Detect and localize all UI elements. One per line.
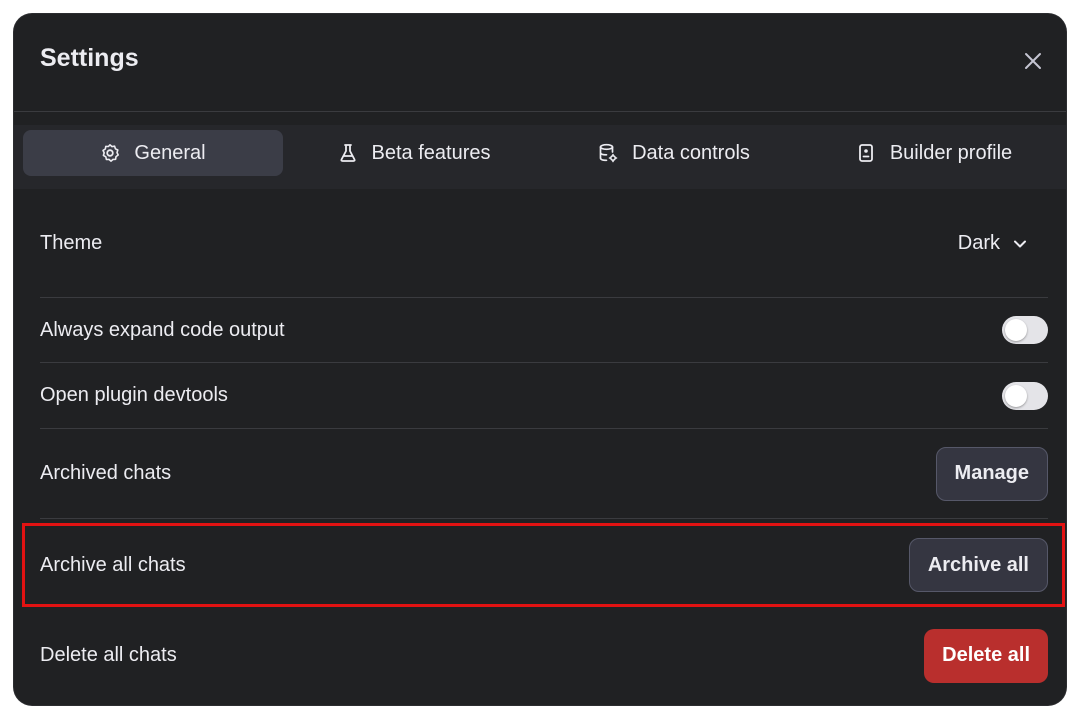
plugin-devtools-toggle[interactable]: [1002, 381, 1048, 410]
setting-row-archive-all: Archive all chats Archive all: [40, 519, 1048, 611]
chevron-down-icon: [1014, 240, 1026, 247]
flask-icon: [340, 144, 356, 162]
setting-row-archived-chats: Archived chats Manage: [40, 429, 1048, 519]
toggle-knob: [1005, 319, 1027, 341]
id-badge-icon: [858, 144, 873, 162]
tab-builder-profile-label: Builder profile: [889, 141, 1013, 164]
dialog-title: Settings: [40, 44, 139, 72]
plugin-devtools-label: Open plugin devtools: [40, 384, 228, 406]
setting-row-expand-code: Always expand code output: [40, 298, 1048, 363]
toggle-knob: [1005, 384, 1027, 407]
tab-data-controls[interactable]: Data controls: [544, 130, 804, 176]
archive-all-label: Archive all chats: [40, 553, 186, 576]
setting-row-theme: Theme Dark: [40, 190, 1048, 298]
settings-dialog: Settings General Beta features Data cont…: [14, 14, 1066, 705]
setting-row-plugin-devtools: Open plugin devtools: [40, 363, 1048, 429]
tab-beta-features[interactable]: Beta features: [284, 130, 544, 176]
archived-chats-label: Archived chats: [40, 462, 172, 484]
expand-code-toggle[interactable]: [1002, 316, 1048, 344]
tab-builder-profile[interactable]: Builder profile: [804, 130, 1064, 176]
close-icon: [1025, 53, 1041, 69]
tab-general-label: General: [134, 141, 206, 164]
delete-all-button[interactable]: Delete all: [924, 628, 1048, 683]
tab-beta-features-label: Beta features: [371, 141, 491, 164]
theme-value: Dark: [957, 232, 1000, 254]
close-button[interactable]: [1018, 46, 1048, 76]
settings-list: Theme Dark Always expand code output Ope…: [40, 190, 1048, 700]
tab-data-controls-label: Data controls: [632, 141, 750, 164]
tab-general[interactable]: General: [23, 130, 283, 176]
gear-icon: [102, 144, 120, 162]
database-gear-icon: [599, 143, 618, 163]
theme-label: Theme: [40, 232, 103, 254]
archive-all-button[interactable]: Archive all: [908, 538, 1048, 592]
setting-row-delete-all: Delete all chats Delete all: [40, 611, 1048, 700]
delete-all-label: Delete all chats: [40, 644, 177, 666]
manage-button[interactable]: Manage: [935, 446, 1048, 501]
dialog-header: Settings: [14, 14, 1066, 112]
theme-select[interactable]: Dark: [958, 232, 1028, 255]
expand-code-label: Always expand code output: [40, 318, 285, 341]
tab-bar: General Beta features Data controls Buil…: [14, 125, 1066, 189]
